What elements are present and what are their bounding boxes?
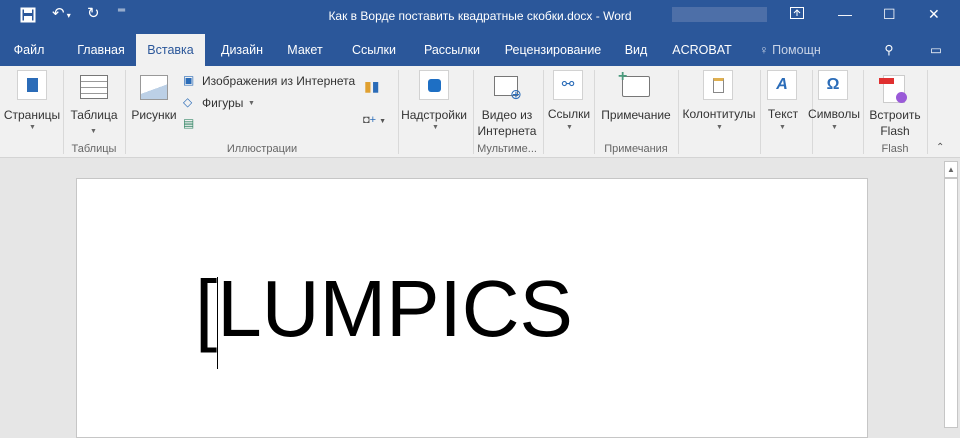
tell-me-label: Помощн xyxy=(772,43,821,57)
comments-icon[interactable]: ▭ xyxy=(925,34,947,66)
smartart-icon[interactable]: ▤ xyxy=(183,116,194,130)
globe-icon: ⊕ xyxy=(510,86,522,102)
comment-label: Примечание xyxy=(601,108,671,122)
tab-design[interactable]: Дизайн xyxy=(210,34,274,66)
table-label: Таблица xyxy=(70,108,118,122)
header-footer-label: Колонтитулы xyxy=(682,107,756,121)
group-label-comments: Примечания xyxy=(604,143,668,155)
pictures-icon xyxy=(140,75,168,100)
chevron-down-icon: ▼ xyxy=(779,124,786,131)
addins-label: Надстройки xyxy=(401,108,467,122)
pictures-label: Рисунки xyxy=(131,108,177,122)
maximize-icon[interactable]: ☐ xyxy=(883,6,896,23)
chevron-down-icon: ▼ xyxy=(432,124,439,131)
chevron-down-icon: ▼ xyxy=(716,124,723,131)
shapes-icon: ◇ xyxy=(183,95,193,109)
flash-label-1: Встроить xyxy=(869,108,921,122)
tab-references[interactable]: Ссылки xyxy=(344,34,404,66)
plus-icon: + xyxy=(618,68,628,85)
tell-me[interactable]: ♀ Помощн xyxy=(750,34,830,66)
chevron-down-icon: ▼ xyxy=(90,128,97,135)
flash-label-2: Flash xyxy=(880,124,910,138)
pages-icon xyxy=(17,70,47,100)
text-icon: A xyxy=(767,70,797,100)
links-icon: ⚯ xyxy=(553,70,583,100)
share-icon[interactable]: ⚲ xyxy=(878,34,900,66)
minimize-icon[interactable]: — xyxy=(838,6,852,22)
online-pictures-label: Изображения из Интернета xyxy=(202,74,356,88)
close-icon[interactable]: ✕ xyxy=(928,6,940,23)
lightbulb-icon: ♀ xyxy=(759,43,769,57)
document-text[interactable]: [LUMPICS xyxy=(195,269,573,349)
online-pictures-icon: ▣ xyxy=(183,73,195,87)
group-label-flash: Flash xyxy=(881,143,909,155)
group-label-illustrations: Иллюстрации xyxy=(226,143,298,155)
screenshot-icon[interactable]: ◘+ ▼ xyxy=(363,114,386,126)
group-label-media: Мультиме... xyxy=(477,143,537,155)
tab-view[interactable]: Вид xyxy=(618,34,654,66)
video-label-1: Видео из xyxy=(481,108,533,122)
window-title: Как в Ворде поставить квадратные скобки.… xyxy=(328,9,632,23)
tab-insert[interactable]: Вставка xyxy=(136,34,205,66)
chevron-down-icon: ▼ xyxy=(248,100,255,107)
tab-acrobat[interactable]: ACROBAT xyxy=(670,34,734,66)
table-icon xyxy=(80,75,108,99)
title-bar: ↶ ▾ ↻ ═ Как в Ворде поставить квадратные… xyxy=(0,0,960,34)
pages-label: Страницы xyxy=(3,108,61,122)
chart-icon[interactable]: ▮▮ xyxy=(364,78,379,95)
chevron-down-icon: ▼ xyxy=(566,124,573,131)
video-label-2: Интернета xyxy=(477,124,537,138)
header-footer-icon xyxy=(703,70,733,100)
symbols-label: Символы xyxy=(808,107,860,121)
addins-icon xyxy=(419,70,449,100)
chevron-down-icon: ▼ xyxy=(831,124,838,131)
shapes-label: Фигуры xyxy=(202,96,244,110)
collapse-ribbon-icon[interactable]: ⌃ xyxy=(936,142,944,153)
account-name-blurred xyxy=(672,7,767,22)
scrollbar-track[interactable] xyxy=(944,178,958,428)
tab-home[interactable]: Главная xyxy=(66,34,136,66)
ribbon-tabs: Файл Главная Вставка Дизайн Макет Ссылки… xyxy=(0,34,960,66)
group-label-tables: Таблицы xyxy=(71,143,117,155)
tab-layout[interactable]: Макет xyxy=(280,34,330,66)
text-cursor xyxy=(217,277,218,369)
omega-icon: Ω xyxy=(818,70,848,100)
tab-review[interactable]: Рецензирование xyxy=(500,34,606,66)
chevron-down-icon: ▼ xyxy=(29,124,36,131)
links-label: Ссылки xyxy=(547,107,591,121)
ribbon-display-icon[interactable] xyxy=(790,6,804,22)
ribbon: Страницы ▼ Таблица ▼ Таблицы Рисунки ▣ И… xyxy=(0,66,960,158)
tab-mailings[interactable]: Рассылки xyxy=(416,34,488,66)
tab-file[interactable]: Файл xyxy=(4,34,54,66)
scroll-up-icon[interactable]: ▲ xyxy=(944,161,958,178)
document-page[interactable]: [LUMPICS xyxy=(76,178,868,438)
text-label: Текст xyxy=(767,107,799,121)
